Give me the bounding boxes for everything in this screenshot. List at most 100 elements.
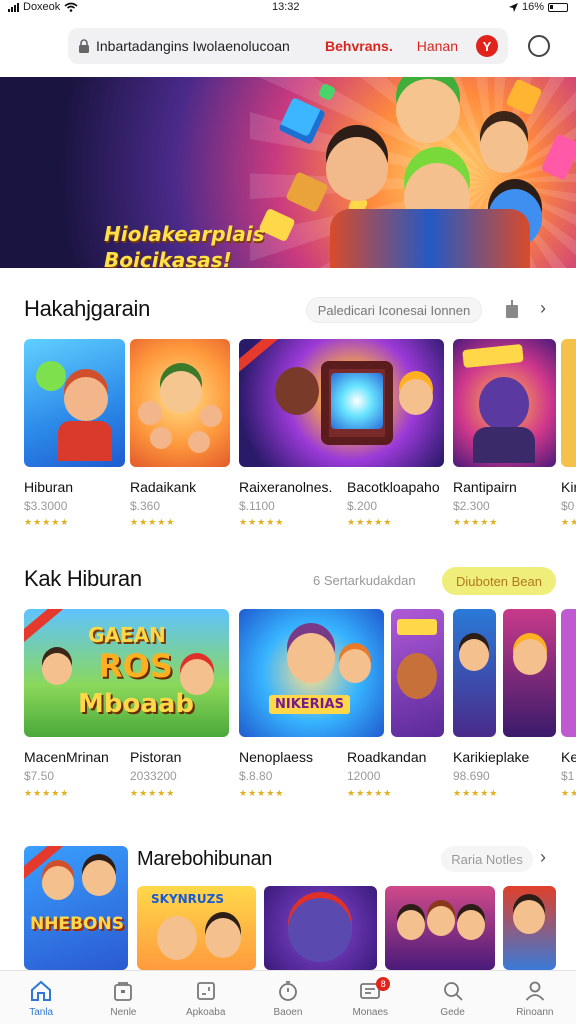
game-price: $3.3000: [24, 499, 68, 513]
extension-badge[interactable]: Y: [476, 35, 498, 57]
game-thumbnail[interactable]: [24, 339, 125, 467]
game-title[interactable]: Ke: [561, 749, 576, 765]
game-title[interactable]: Roadkandan: [347, 749, 426, 765]
address-bar[interactable]: Inbartadangins Iwolaenolucoan Behvrans. …: [68, 28, 508, 64]
game-thumbnail[interactable]: [391, 609, 444, 737]
battery-percent: 16%: [521, 1, 544, 13]
section-1-title: Hakahjgarain: [24, 296, 151, 321]
game-title[interactable]: Raixeranolnes.: [239, 479, 332, 495]
game-title[interactable]: Karikieplake: [453, 749, 529, 765]
location-icon: [508, 2, 518, 12]
character-art: [288, 898, 352, 962]
tab-label: Gede: [440, 1007, 465, 1018]
section-2-cta-button[interactable]: Diuboten Bean: [442, 567, 556, 595]
profile-icon: [525, 981, 545, 1001]
character-art: [188, 431, 210, 453]
url-highlight-2: Hanan: [416, 38, 458, 54]
character-art: [473, 427, 535, 463]
status-bar: Doxeok 13:32 16%: [0, 0, 576, 14]
tab-label: Nenle: [110, 1007, 137, 1018]
url-highlight-1: Behvrans.: [325, 38, 393, 54]
game-title[interactable]: MacenMrinan: [24, 749, 109, 765]
lock-icon: [79, 39, 89, 53]
character-art: [339, 649, 371, 683]
game-price: 98.690: [453, 769, 490, 783]
tab-store[interactable]: Nenle: [82, 971, 164, 1024]
search-icon: [443, 982, 463, 1001]
battery-icon: [548, 2, 568, 12]
star-rating: ★★★★★: [130, 517, 176, 527]
game-thumbnail[interactable]: GAEAN ROS Mboaab: [24, 609, 229, 737]
character-art: [459, 639, 489, 671]
store-icon: [114, 982, 133, 1001]
star-rating: ★★: [561, 788, 576, 798]
game-thumbnail[interactable]: NIKERIAS: [239, 609, 384, 737]
character-art: [36, 361, 66, 391]
featured-thumbnail[interactable]: NHEBONS: [24, 846, 128, 970]
game-logo-text: SKYNRUZS: [151, 892, 225, 906]
game-price: $7.50: [24, 769, 55, 783]
section-1-chevron-right-icon[interactable]: ›: [540, 298, 546, 319]
character-art: [275, 367, 319, 415]
game-title[interactable]: Hiburan: [24, 479, 73, 495]
game-price: $2.300: [453, 499, 490, 513]
character-art: [397, 910, 425, 940]
game-price: $.200: [347, 499, 378, 513]
url-text: Inbartadangins Iwolaenolucoan: [96, 38, 290, 54]
character-art: [397, 653, 437, 699]
home-icon: [31, 980, 52, 1001]
character-art: [399, 379, 433, 415]
tab-search[interactable]: Gede: [411, 971, 493, 1024]
tab-inbox[interactable]: 8 Monaes: [329, 971, 411, 1024]
game-title[interactable]: Rantipairn: [453, 479, 517, 495]
game-thumbnail[interactable]: [264, 886, 377, 970]
game-logo: [397, 619, 437, 635]
character-art: [82, 860, 116, 896]
section-3-chevron-right-icon[interactable]: ›: [540, 847, 546, 868]
game-title[interactable]: Pistoran: [130, 749, 181, 765]
tab-apps[interactable]: Apkoaba: [165, 971, 247, 1024]
section-1-search-input[interactable]: Paledicari Iconesai Ionnen: [306, 297, 482, 323]
character-art: [200, 405, 222, 427]
tab-label: Apkoaba: [185, 1007, 226, 1018]
character-art: [479, 377, 529, 431]
tab-home[interactable]: Tanla: [0, 971, 82, 1024]
game-thumbnail[interactable]: SKYNRUZS: [137, 886, 256, 970]
character-boy: [480, 121, 528, 173]
game-thumbnail[interactable]: [503, 609, 556, 737]
game-title[interactable]: Bacotkloapaho: [347, 479, 440, 495]
character-art: [205, 918, 241, 958]
apps-icon: [196, 982, 215, 1000]
game-thumbnail[interactable]: [385, 886, 495, 970]
tv-screen: [331, 373, 383, 429]
game-thumbnail[interactable]: [453, 609, 496, 737]
game-title[interactable]: Kir: [561, 479, 576, 495]
tab-label: Monaes: [352, 1007, 389, 1018]
game-thumbnail[interactable]: [561, 339, 576, 467]
game-thumbnail[interactable]: [561, 609, 576, 737]
browser-menu-button[interactable]: [528, 35, 550, 57]
star-rating: ★★★★★: [453, 788, 499, 798]
star-rating: ★★: [561, 517, 576, 527]
game-logo: [462, 343, 524, 369]
game-thumbnail[interactable]: [453, 339, 556, 467]
game-thumbnail[interactable]: [503, 886, 556, 970]
game-title[interactable]: Nenoplaess: [239, 749, 313, 765]
game-thumbnail[interactable]: [130, 339, 230, 467]
featured-logo-text: NHEBONS: [30, 914, 124, 934]
notification-badge: 8: [376, 977, 391, 991]
game-thumbnail[interactable]: [239, 339, 444, 467]
section-3-pill[interactable]: Raria Notles: [441, 846, 533, 872]
share-icon[interactable]: [504, 299, 520, 319]
section-2-title: Kak Hiburan: [24, 566, 142, 591]
tab-profile[interactable]: Rinoann: [494, 971, 576, 1024]
game-title[interactable]: Radaikank: [130, 479, 196, 495]
character-art: [513, 639, 547, 675]
character-art: [457, 910, 485, 940]
tab-timer[interactable]: Baoen: [247, 971, 329, 1024]
character-art: [150, 427, 172, 449]
tab-label: Tanla: [29, 1007, 54, 1018]
character-art: [513, 900, 545, 934]
carrier-label: Doxeok: [23, 1, 61, 13]
hero-banner[interactable]: Hiolakearplais Boicikasas!: [0, 77, 576, 268]
